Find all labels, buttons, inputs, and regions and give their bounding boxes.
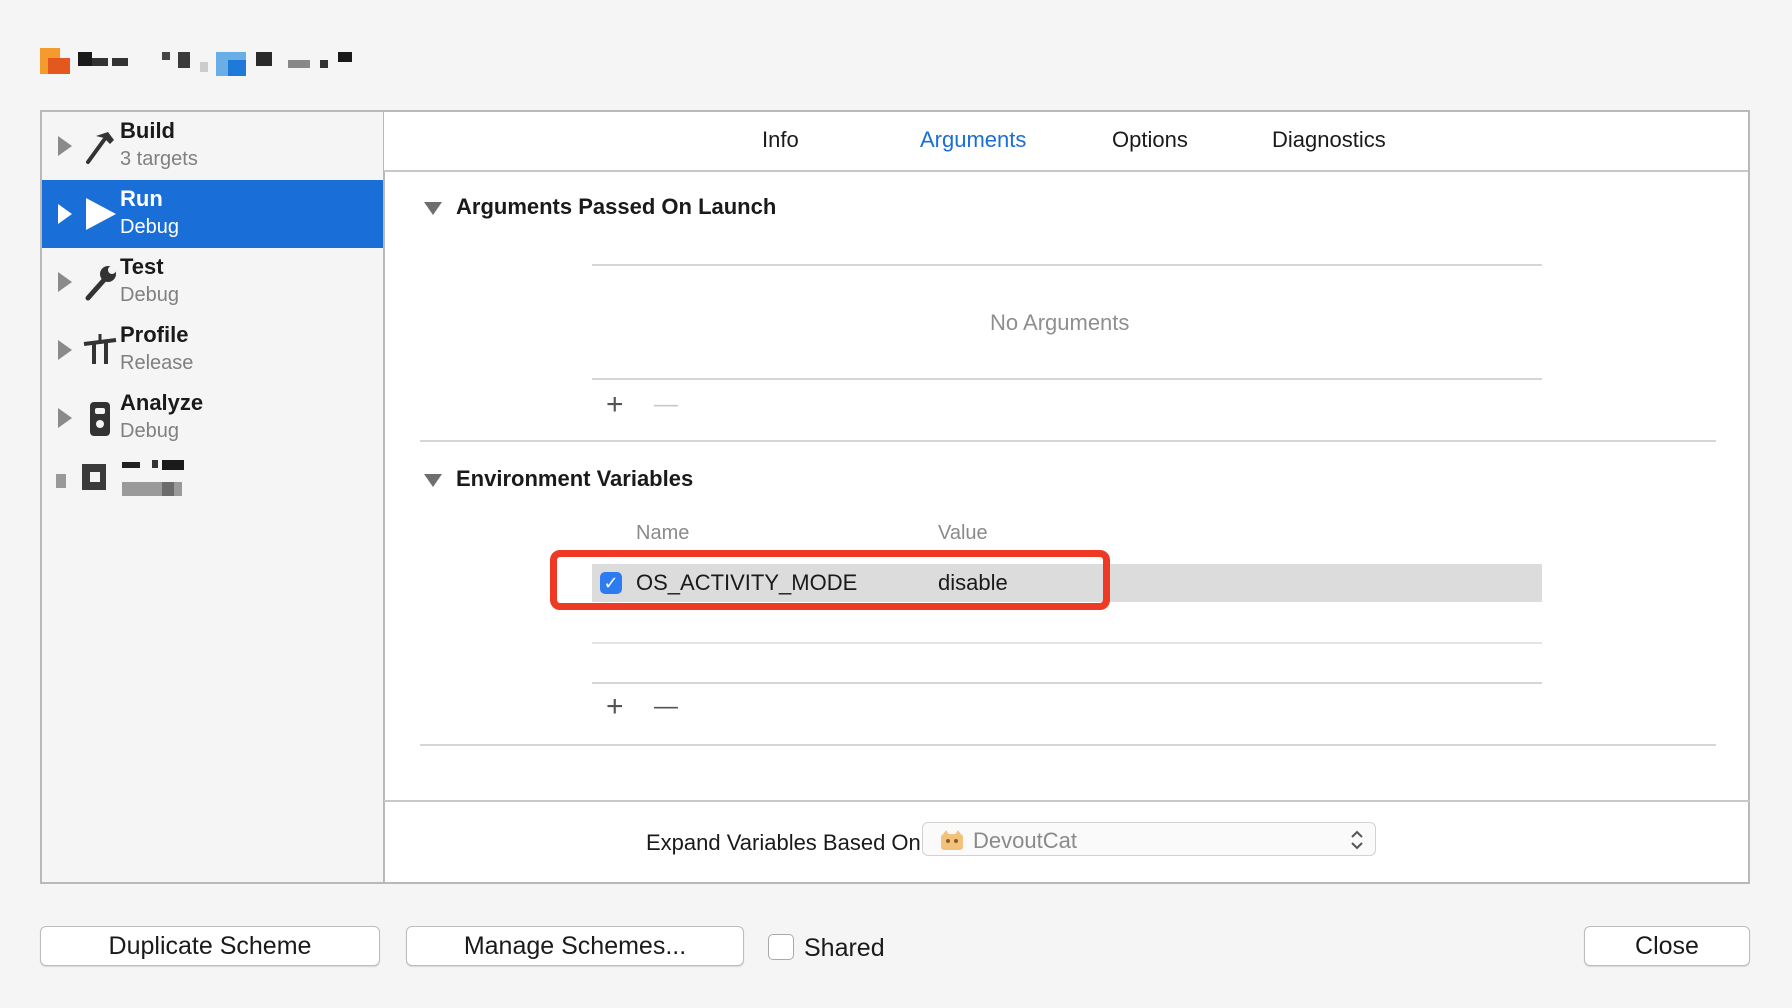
- wrench-icon: [85, 266, 116, 301]
- disclosure-triangle-icon[interactable]: [58, 340, 72, 360]
- tab-bar: Info Arguments Options Diagnostics: [384, 112, 1748, 172]
- sidebar-item-title: Analyze: [120, 390, 204, 415]
- sidebar-item-subtitle: Release: [120, 352, 194, 374]
- arguments-section-title: Arguments Passed On Launch: [456, 194, 777, 219]
- sidebar-item-analyze[interactable]: Analyze Debug: [42, 384, 383, 452]
- tab-info[interactable]: Info: [762, 127, 799, 153]
- remove-variable-button[interactable]: —: [654, 692, 678, 722]
- section-divider: [420, 744, 1716, 746]
- tab-options[interactable]: Options: [1112, 127, 1188, 153]
- scheme-action-sidebar: Build 3 targets Run Debug Test Debug Pro…: [42, 112, 385, 882]
- sidebar-item-subtitle: 3 targets: [120, 148, 198, 170]
- instruments-icon: [83, 334, 117, 364]
- arguments-disclosure-icon[interactable]: [424, 202, 442, 215]
- section-divider: [420, 440, 1716, 442]
- divider: [592, 682, 1542, 684]
- highlight-annotation: [550, 550, 1110, 610]
- sidebar-item-title: Run: [120, 186, 163, 211]
- hammer-icon: [86, 132, 114, 164]
- sidebar-item-redacted[interactable]: [42, 452, 383, 520]
- divider: [592, 642, 1542, 644]
- add-variable-button[interactable]: +: [606, 692, 624, 722]
- sidebar-item-build[interactable]: Build 3 targets: [42, 112, 383, 180]
- shared-checkbox[interactable]: [768, 934, 794, 960]
- disclosure-triangle-icon[interactable]: [58, 204, 72, 224]
- sidebar-item-title: Test: [120, 254, 164, 279]
- sidebar-item-subtitle: Debug: [120, 216, 179, 238]
- add-argument-button[interactable]: +: [606, 390, 624, 420]
- sidebar-item-title: Profile: [120, 322, 189, 347]
- column-header-value[interactable]: Value: [938, 522, 988, 545]
- analyzer-icon: [90, 402, 110, 436]
- sidebar-item-subtitle: Debug: [120, 284, 179, 306]
- divider: [592, 264, 1542, 266]
- tab-arguments[interactable]: Arguments: [920, 127, 1026, 153]
- expand-variables-popup[interactable]: DevoutCat: [922, 822, 1376, 856]
- close-button[interactable]: Close: [1584, 926, 1750, 966]
- sidebar-item-run[interactable]: Run Debug: [42, 180, 383, 248]
- column-header-name[interactable]: Name: [636, 522, 689, 545]
- tab-diagnostics[interactable]: Diagnostics: [1272, 127, 1386, 153]
- app-target-icon: [941, 830, 963, 850]
- remove-argument-button[interactable]: —: [654, 390, 678, 420]
- expand-variables-value: DevoutCat: [973, 828, 1077, 853]
- shared-label[interactable]: Shared: [804, 934, 885, 963]
- play-icon: [86, 198, 116, 230]
- chevron-up-down-icon: [1351, 830, 1363, 850]
- sidebar-item-test[interactable]: Test Debug: [42, 248, 383, 316]
- duplicate-scheme-button[interactable]: Duplicate Scheme: [40, 926, 380, 966]
- sidebar-item-subtitle: Debug: [120, 420, 179, 442]
- scheme-editor-panel: Build 3 targets Run Debug Test Debug Pro…: [40, 110, 1750, 884]
- divider: [384, 800, 1750, 802]
- sidebar-item-title: Build: [120, 118, 175, 143]
- sidebar-item-profile[interactable]: Profile Release: [42, 316, 383, 384]
- manage-schemes-button[interactable]: Manage Schemes...: [406, 926, 744, 966]
- env-section-title: Environment Variables: [456, 466, 694, 491]
- disclosure-triangle-icon[interactable]: [58, 408, 72, 428]
- disclosure-triangle-icon[interactable]: [58, 136, 72, 156]
- divider: [592, 378, 1542, 380]
- env-disclosure-icon[interactable]: [424, 474, 442, 487]
- disclosure-triangle-icon[interactable]: [58, 272, 72, 292]
- no-arguments-placeholder: No Arguments: [990, 310, 1130, 335]
- expand-variables-label: Expand Variables Based On: [646, 830, 921, 855]
